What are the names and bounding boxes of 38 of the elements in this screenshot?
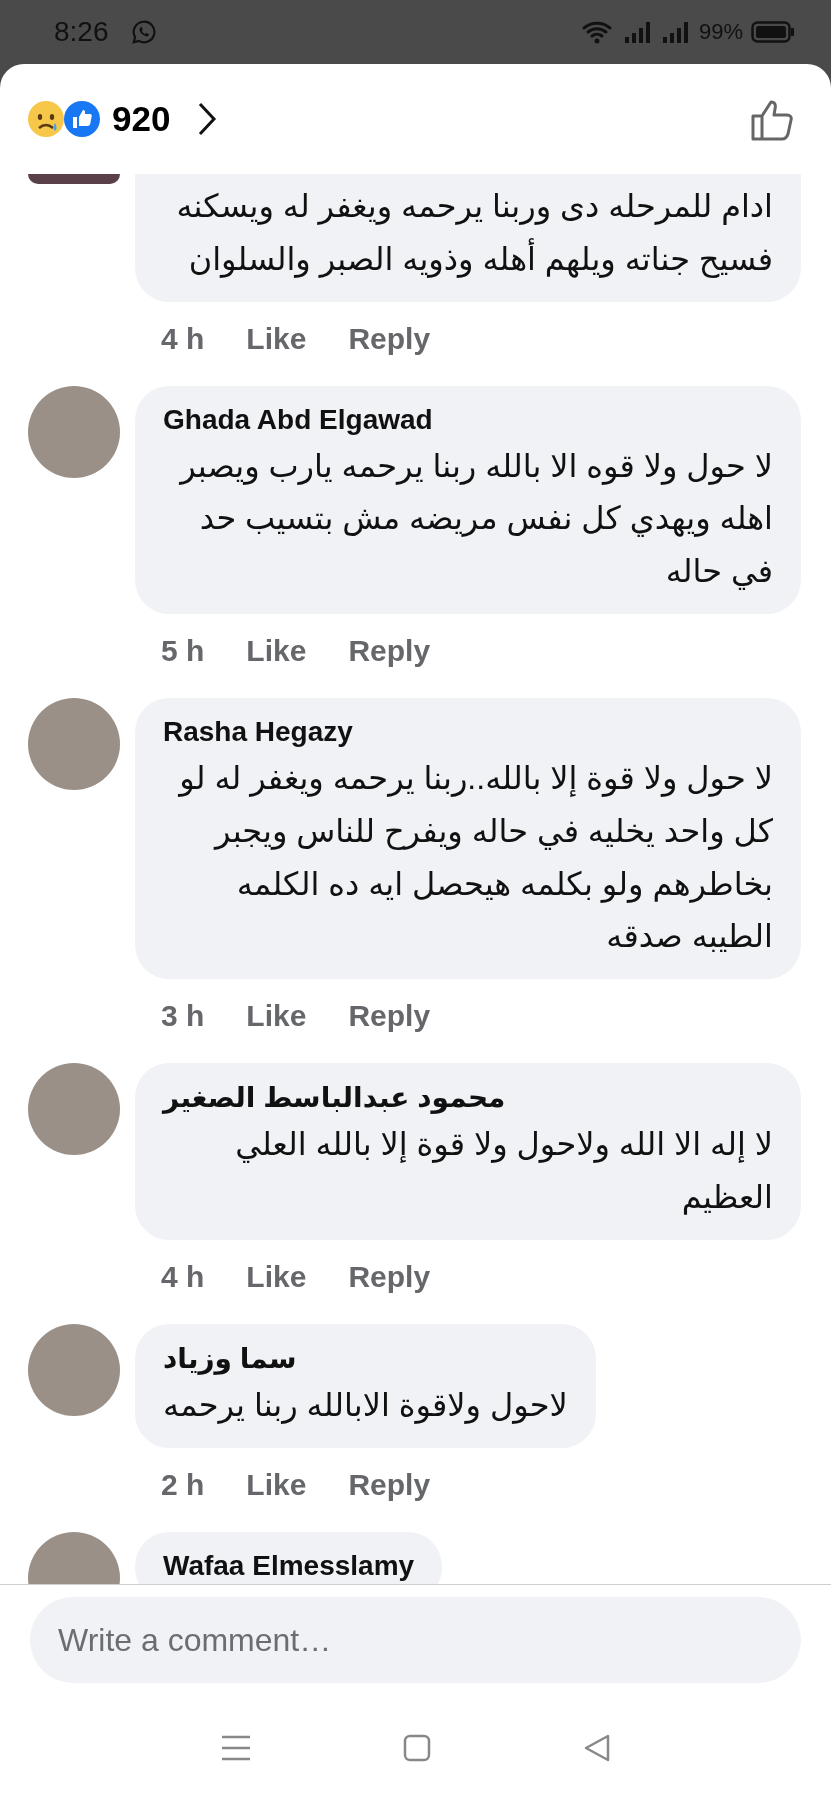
comment-author[interactable]: Rasha Hegazy — [163, 716, 773, 748]
signal-icon — [622, 19, 653, 45]
like-link[interactable]: Like — [246, 634, 307, 668]
comment-author[interactable]: Wafaa Elmesslamy — [163, 1549, 415, 1582]
status-time: 8:26 — [54, 16, 109, 48]
reply-link[interactable]: Reply — [348, 999, 431, 1034]
thumbs-up-icon — [62, 99, 102, 139]
comment-input[interactable]: Write a comment… — [30, 1597, 801, 1683]
chevron-right-icon[interactable] — [196, 101, 219, 137]
reply-link[interactable]: Reply — [348, 321, 431, 356]
signal-icon — [660, 19, 691, 45]
home-square-icon[interactable] — [401, 1732, 432, 1763]
avatar-photo[interactable] — [28, 174, 120, 184]
comment-time: 2 h — [161, 1467, 205, 1502]
comment-time: 4 h — [161, 321, 205, 356]
battery-icon — [751, 20, 795, 44]
comment-text: لا إله الا الله ولاحول ولا قوة إلا بالله العلي العظيم — [234, 1125, 773, 1217]
comment-time: 5 h — [161, 634, 205, 668]
battery-percent: 99% — [698, 19, 743, 45]
comment-author[interactable]: سما وزياد — [163, 1341, 568, 1375]
comment-text: لا حول ولا قوة إلا بالله..ربنا يرحمه ويغفر له لو كل واحد يخليه في حاله ويفرح للناس ويجبر بخاطرهم ولو بكلمه هيحصل ايه ده الكلمه الطيبه صدقه — [177, 759, 773, 957]
comment-author[interactable]: محمود عبدالباسط الصغير — [163, 1081, 773, 1115]
reply-link[interactable]: Reply — [348, 1467, 431, 1502]
comment-time: 4 h — [161, 1259, 205, 1294]
sad-face-icon — [26, 99, 66, 139]
like-link[interactable]: Like — [246, 999, 307, 1034]
comment-text: لاحول ولاقوة الابالله ربنا يرحمه — [163, 1385, 568, 1426]
like-link[interactable]: Like — [246, 1259, 307, 1294]
chat-app-icon — [130, 19, 157, 45]
comment-text: ادام للمرحله دى وربنا يرحمه ويغفر له ويسكنه فسيح جناته ويلهم أهله وذويه الصبر والسلوان — [175, 187, 773, 280]
comment-text: لا حول ولا قوه الا بالله ربنا يرحمه يارب ويصبر اهله ويهدي كل نفس مريضه مش بتسيب حد في حاله — [178, 446, 773, 592]
reply-link[interactable]: Reply — [348, 634, 431, 668]
comment-time: 3 h — [161, 999, 205, 1034]
reaction-count[interactable]: 920 — [112, 99, 171, 139]
like-link[interactable]: Like — [246, 321, 307, 356]
reply-link[interactable]: Reply — [348, 1259, 431, 1294]
like-link[interactable]: Like — [246, 1467, 307, 1502]
comment-author[interactable]: Ghada Abd Elgawad — [163, 403, 773, 436]
